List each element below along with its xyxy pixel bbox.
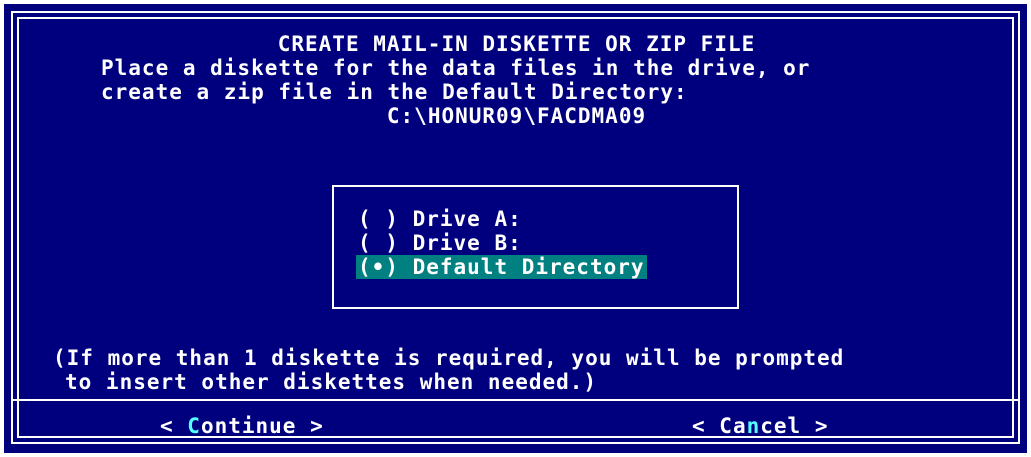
radio-marker: ( ) <box>358 231 399 255</box>
label-pre: Ca <box>719 414 747 438</box>
bracket-left: < <box>692 414 720 438</box>
screen: CREATE MAIL-IN DISKETTE OR ZIP FILE Plac… <box>0 0 1031 457</box>
note-line-1: (If more than 1 diskette is required, yo… <box>53 346 845 370</box>
note-line-2: to insert other diskettes when needed.) <box>65 370 598 394</box>
label-post: cel <box>760 414 802 438</box>
cancel-button[interactable]: < Cancel > <box>692 414 828 438</box>
bracket-right: > <box>296 414 324 438</box>
radio-marker: ( ) <box>358 207 399 231</box>
option-drive-b[interactable]: ( ) Drive B: <box>356 231 524 255</box>
mail-in-diskette-dialog: CREATE MAIL-IN DISKETTE OR ZIP FILE Plac… <box>4 4 1027 453</box>
option-label: Default Directory <box>412 255 645 279</box>
radio-marker: (•) <box>358 255 399 279</box>
option-drive-a[interactable]: ( ) Drive A: <box>356 207 524 231</box>
default-directory-path: C:\HONUR09\FACDMA09 <box>386 104 647 128</box>
instruction-line-2: create a zip file in the Default Directo… <box>101 80 688 104</box>
continue-button[interactable]: < Continue > <box>160 414 324 438</box>
hotkey-letter: C <box>187 414 201 438</box>
destination-options-list: ( ) Drive A: ( ) Drive B: (•) Default Di… <box>332 185 739 309</box>
button-separator <box>11 399 1020 401</box>
instruction-line-1: Place a diskette for the data files in t… <box>101 56 811 80</box>
dialog-title: CREATE MAIL-IN DISKETTE OR ZIP FILE <box>277 32 756 56</box>
label-post: ontinue <box>200 414 297 438</box>
option-default-directory[interactable]: (•) Default Directory <box>356 255 647 279</box>
bracket-left: < <box>160 414 188 438</box>
bracket-right: > <box>801 414 829 438</box>
option-label: Drive B: <box>412 231 522 255</box>
hotkey-letter: n <box>746 414 761 438</box>
option-label: Drive A: <box>412 207 522 231</box>
